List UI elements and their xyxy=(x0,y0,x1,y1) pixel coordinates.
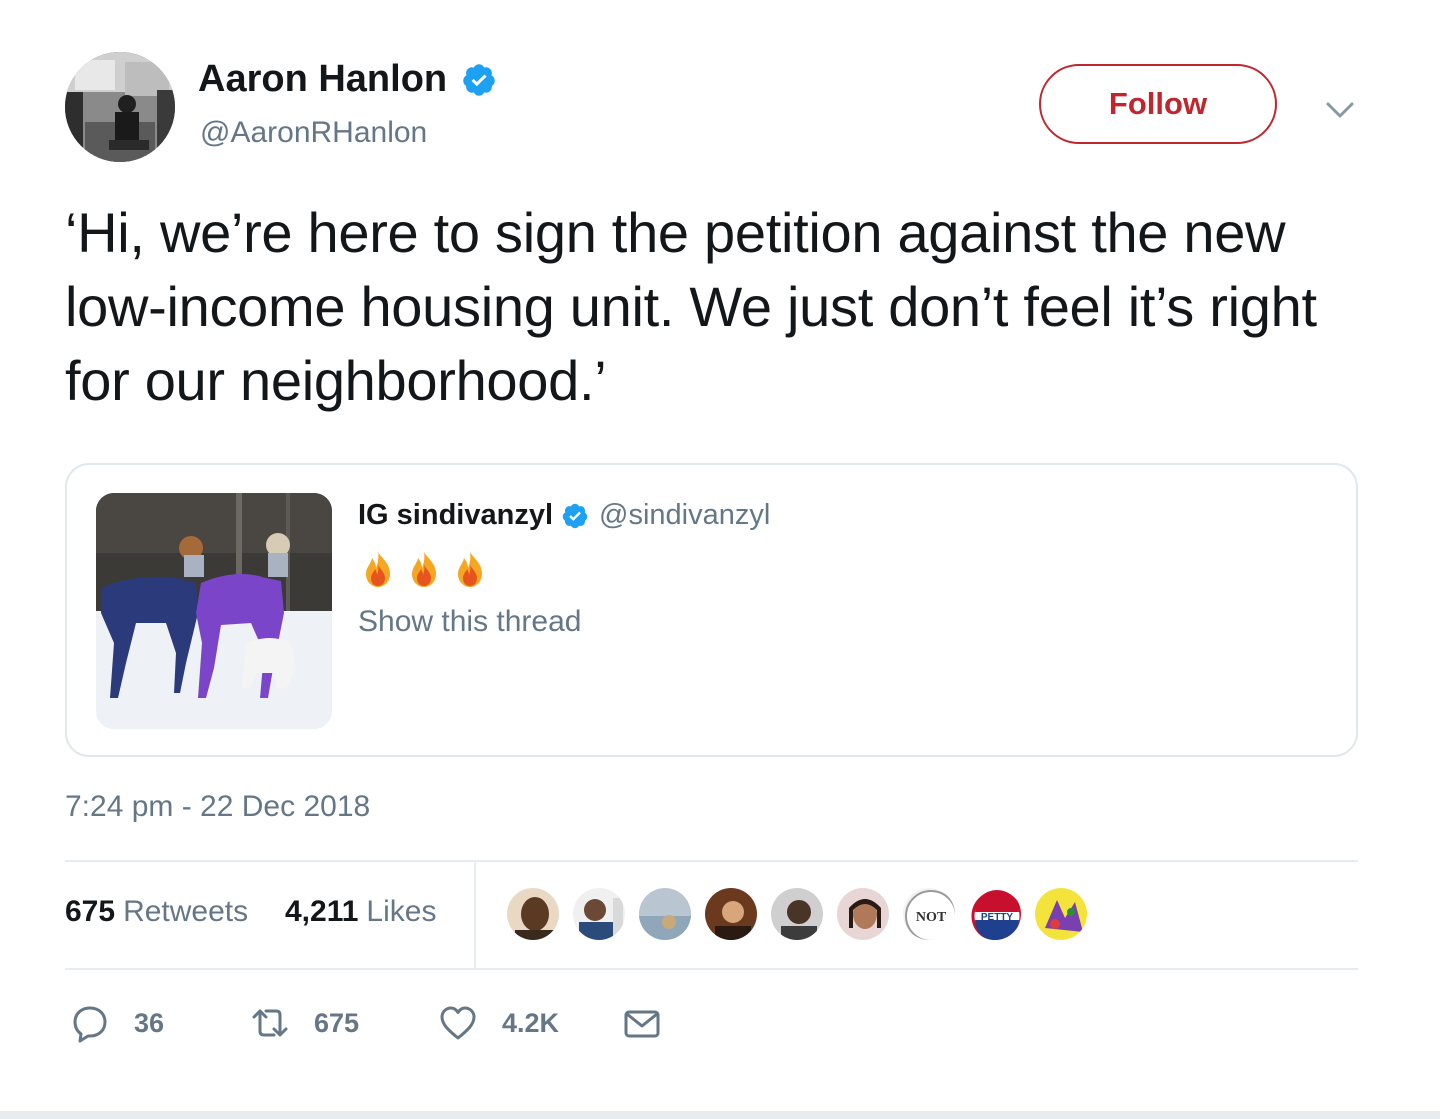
liker-avatar-image xyxy=(705,888,757,940)
retweet-button[interactable]: 675 xyxy=(250,1003,359,1043)
follow-button[interactable]: Follow xyxy=(1039,64,1277,144)
quoted-tweet-image[interactable] xyxy=(96,493,332,729)
quoted-author-name: IG sindivanzyl xyxy=(358,499,553,531)
chevron-down-icon[interactable] xyxy=(1322,92,1358,128)
liker-avatar[interactable] xyxy=(505,886,561,942)
liker-avatar[interactable] xyxy=(571,886,627,942)
liker-avatar-image: NOT xyxy=(903,888,955,940)
stats-divider-vertical xyxy=(474,862,476,968)
reply-count: 36 xyxy=(134,1007,165,1038)
fire-icon xyxy=(458,552,482,587)
likes-label: Likes xyxy=(366,895,437,928)
liker-avatar-image xyxy=(771,888,823,940)
fire-icon xyxy=(366,552,390,587)
author-name[interactable]: Aaron Hanlon xyxy=(198,58,497,101)
author-name-text: Aaron Hanlon xyxy=(198,58,448,100)
reply-button[interactable]: 36 xyxy=(70,1003,164,1043)
liker-avatar-image xyxy=(573,888,625,940)
liker-avatar-image xyxy=(837,888,889,940)
liker-avatar[interactable]: NOT xyxy=(901,886,957,942)
quoted-tweet-card[interactable]: IG sindivanzyl @sindivanzyl Show this th… xyxy=(65,463,1358,757)
stats-divider-top xyxy=(65,860,1358,862)
tweet-timestamp[interactable]: 7:24 pm - 22 Dec 2018 xyxy=(65,790,370,824)
like-count: 4.2K xyxy=(502,1007,560,1038)
verified-badge-icon xyxy=(463,63,495,96)
dogs-photo xyxy=(96,493,332,729)
retweets-count: 675 xyxy=(65,895,116,928)
petty-badge-text: PETTY xyxy=(981,912,1014,923)
quoted-tweet-emoji-row xyxy=(358,549,490,589)
liker-avatar[interactable]: PETTY xyxy=(967,886,1023,942)
direct-message-button[interactable] xyxy=(622,1003,662,1043)
page-bottom-border xyxy=(0,1111,1440,1119)
author-handle[interactable]: @AaronRHanlon xyxy=(200,116,427,150)
reply-icon xyxy=(73,1006,107,1043)
quoted-author-handle: @sindivanzyl xyxy=(599,499,771,531)
liker-avatar-image: PETTY xyxy=(969,888,1021,940)
quoted-tweet-header: IG sindivanzyl @sindivanzyl xyxy=(358,499,770,532)
retweet-icon xyxy=(252,1009,288,1037)
liker-avatar[interactable] xyxy=(1033,886,1089,942)
author-avatar[interactable] xyxy=(65,52,175,162)
liker-avatar[interactable] xyxy=(637,886,693,942)
liker-avatar-image xyxy=(1035,888,1087,940)
liker-avatar-image xyxy=(507,888,559,940)
stats-divider-bottom xyxy=(65,968,1358,970)
retweets-stat[interactable]: 675 Retweets xyxy=(65,895,248,929)
likes-stat[interactable]: 4,211 Likes xyxy=(285,895,436,929)
liker-avatar-image xyxy=(639,888,691,940)
heart-icon xyxy=(440,1006,476,1040)
avatar-image xyxy=(65,52,175,162)
show-thread-link[interactable]: Show this thread xyxy=(358,605,581,639)
fire-icon xyxy=(412,552,436,587)
envelope-icon xyxy=(624,1010,660,1038)
like-button[interactable]: 4.2K xyxy=(438,1003,559,1043)
liker-avatar[interactable] xyxy=(835,886,891,942)
verified-badge-icon xyxy=(562,503,588,528)
likes-count: 4,211 xyxy=(285,895,359,928)
tweet-text: ‘Hi, we’re here to sign the petition aga… xyxy=(65,201,1317,412)
liker-avatar[interactable] xyxy=(703,886,759,942)
not-badge-text: NOT xyxy=(916,910,947,925)
retweets-label: Retweets xyxy=(123,895,249,928)
liker-avatar[interactable] xyxy=(769,886,825,942)
retweet-count: 675 xyxy=(314,1007,360,1038)
